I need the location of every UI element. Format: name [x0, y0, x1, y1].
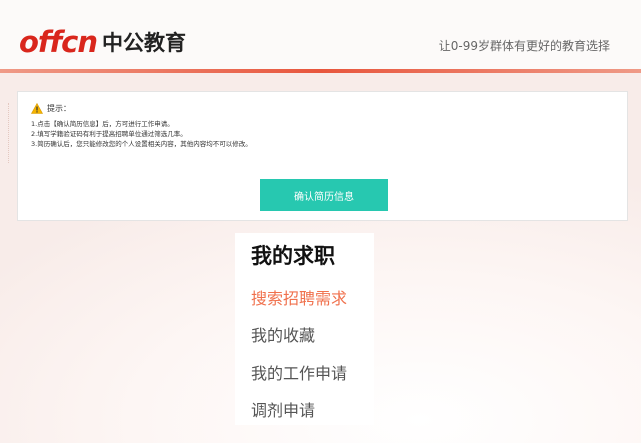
header-divider-bar: [0, 69, 641, 73]
tip-item: 1.点击【确认简历信息】后，方可进行工作申请。: [31, 120, 174, 128]
menu-item-my-applications[interactable]: 我的工作申请: [251, 360, 347, 384]
menu-item-favorites[interactable]: 我的收藏: [251, 322, 315, 346]
offcn-logo[interactable]: offcn 中公教育: [19, 18, 186, 58]
resume-confirm-panel: 提示： 1.点击【确认简历信息】后，方可进行工作申请。 2.填写学籍验证码有利于…: [17, 91, 628, 221]
menu-item-search-jobs[interactable]: 搜索招聘需求: [251, 285, 347, 309]
logo-text-cn: 中公教育: [102, 31, 186, 55]
tip-item: 3.简历确认后，您只能修改您的个人设置相关内容，其他内容均不可以修改。: [31, 140, 252, 148]
site-header: offcn 中公教育 让0-99岁群体有更好的教育选择: [0, 0, 641, 72]
decorative-dotted-line: [8, 103, 11, 163]
tip-list: 1.点击【确认简历信息】后，方可进行工作申请。 2.填写学籍验证码有利于提高招聘…: [31, 119, 252, 149]
warning-icon: [31, 103, 43, 114]
header-slogan: 让0-99岁群体有更好的教育选择: [438, 39, 610, 53]
tip-item: 2.填写学籍验证码有利于提高招聘单位通过筛选几率。: [31, 130, 187, 138]
menu-item-adjustment-application[interactable]: 调剂申请: [251, 397, 315, 421]
confirm-resume-button[interactable]: 确认简历信息: [260, 179, 388, 211]
job-menu-panel: 我的求职 搜索招聘需求 我的收藏 我的工作申请 调剂申请: [235, 233, 374, 425]
tip-header: 提示：: [31, 103, 71, 114]
tip-label: 提示：: [47, 104, 71, 113]
menu-title: 我的求职: [251, 243, 335, 268]
logo-text-en: offcn: [19, 25, 98, 59]
